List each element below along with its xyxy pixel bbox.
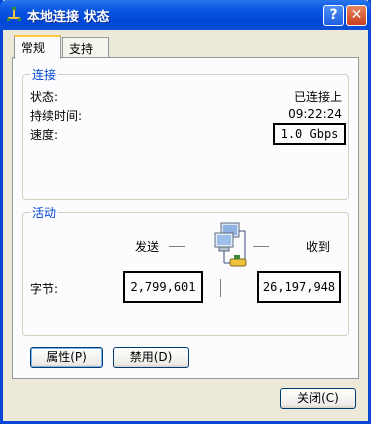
close-window-button[interactable]: ✕	[346, 5, 367, 26]
activity-group: 活动 发送 收到 字节: 2,799,601 26,197,948	[22, 204, 349, 336]
status-label: 状态:	[30, 90, 59, 104]
properties-button[interactable]: 属性(P)	[30, 347, 103, 368]
bytes-received-value: 26,197,948	[257, 271, 341, 303]
tab-support[interactable]: 支持	[62, 37, 109, 57]
activity-divider	[220, 279, 221, 297]
title-bar[interactable]: 本地连接 状态 ? ✕	[0, 0, 371, 30]
speed-value: 1.0 Gbps	[273, 123, 346, 145]
tab-panel-general: 连接 状态: 已连接上 持续时间: 09:22:24 速度: 1.0 Gbps …	[12, 57, 359, 379]
bytes-label: 字节:	[30, 282, 59, 296]
network-computers-icon	[214, 222, 247, 267]
window-title: 本地连接 状态	[27, 10, 110, 25]
speed-label: 速度:	[30, 128, 59, 142]
help-button[interactable]: ?	[323, 5, 344, 26]
bytes-sent-value: 2,799,601	[123, 271, 203, 303]
duration-label: 持续时间:	[30, 109, 83, 123]
sent-label: 发送	[135, 240, 160, 254]
close-button[interactable]: 关闭(C)	[280, 388, 356, 409]
network-connection-icon	[7, 7, 21, 21]
sent-dash	[169, 246, 185, 247]
status-value: 已连接上	[293, 90, 342, 104]
status-dialog: 本地连接 状态 ? ✕ 常规 支持 连接 状态: 已连接上 持续时间: 09:2…	[0, 0, 371, 424]
received-dash	[253, 246, 269, 247]
tab-general[interactable]: 常规	[14, 35, 61, 59]
disable-button[interactable]: 禁用(D)	[113, 347, 189, 368]
duration-value: 09:22:24	[288, 107, 342, 121]
activity-group-title: 活动	[30, 204, 59, 221]
connection-group-title: 连接	[30, 66, 59, 83]
received-label: 收到	[306, 240, 331, 254]
connection-group: 连接 状态: 已连接上 持续时间: 09:22:24 速度: 1.0 Gbps	[22, 66, 349, 200]
